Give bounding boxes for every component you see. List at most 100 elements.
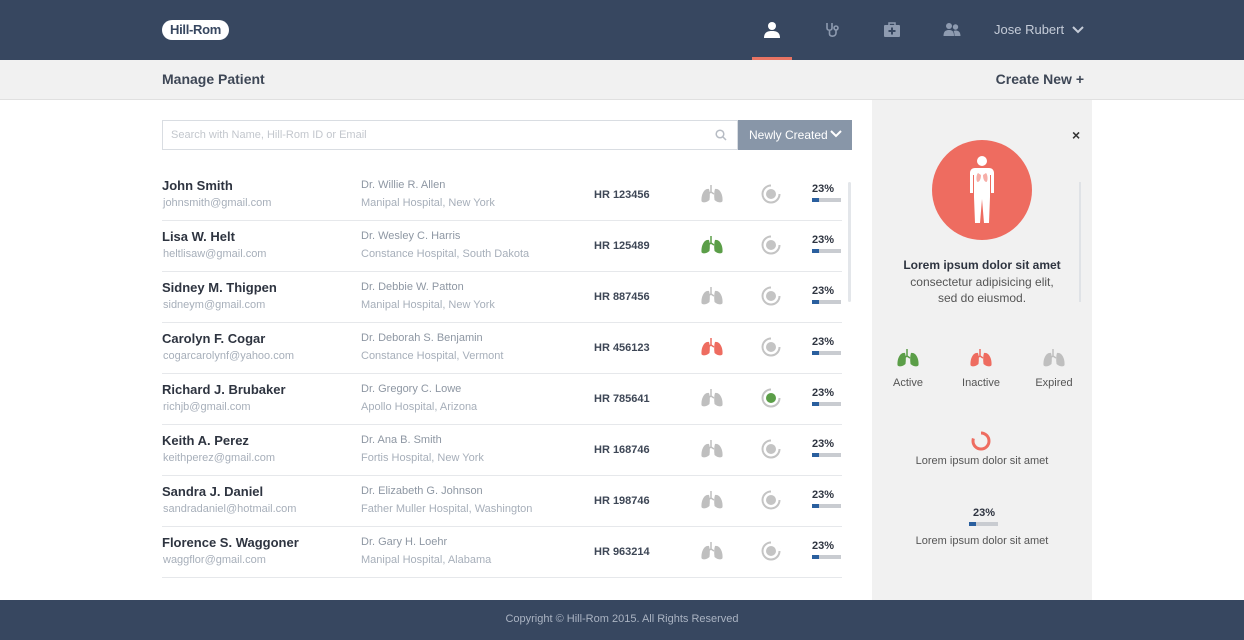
patient-email: heltlisaw@gmail.com [163,248,267,260]
progress-bar [812,402,841,406]
list-scrollbar[interactable] [848,182,851,302]
nav-patients[interactable] [752,0,792,60]
progress-fill [812,198,819,202]
nav-kits[interactable] [872,0,912,60]
progress-fill [812,555,819,559]
users-icon [943,23,961,36]
search-input[interactable] [163,121,703,149]
patient-list-panel: Newly Created John Smith johnsmith@gmail.… [0,100,872,600]
nav-clinical[interactable] [812,0,852,60]
progress-indicator: 23% [812,489,842,508]
hill-rom-id: HR 456123 [594,342,650,354]
sort-dropdown[interactable]: Newly Created [738,120,852,150]
patient-email: richjb@gmail.com [163,401,251,413]
side-description: consectetur adipisicing elit, sed do eiu… [872,274,1092,306]
legend-active: Active [878,348,938,389]
hospital-name: Father Muller Hospital, Washington [361,503,533,515]
lungs-icon [701,338,723,356]
patient-name[interactable]: Florence S. Waggoner [162,535,299,550]
search-icon[interactable] [715,129,727,141]
dial-icon[interactable] [761,337,781,357]
body-avatar [932,140,1032,240]
doctor-name: Dr. Ana B. Smith [361,434,442,446]
side-progress: 23% [969,507,999,526]
progress-bar [812,300,841,304]
dial-icon[interactable] [761,388,781,408]
patient-name[interactable]: Richard J. Brubaker [162,382,286,397]
doctor-name: Dr. Wesley C. Harris [361,230,461,242]
pie-caption: Lorem ipsum dolor sit amet [915,455,1049,467]
dial-icon[interactable] [761,541,781,561]
progress-fill [812,453,819,457]
hill-rom-id: HR 125489 [594,240,650,252]
hospital-name: Manipal Hospital, New York [361,299,495,311]
hill-rom-id: HR 168746 [594,444,650,456]
patient-name[interactable]: Sandra J. Daniel [162,484,263,499]
progress-caption: Lorem ipsum dolor sit amet [915,535,1049,547]
footer: Copyright © Hill-Rom 2015. All Rights Re… [0,600,1244,640]
table-row[interactable]: Sidney M. Thigpen sidneym@gmail.com Dr. De… [162,272,842,323]
progress-text: 23% [812,285,835,297]
table-row[interactable]: Richard J. Brubaker richjb@gmail.com Dr. G… [162,374,842,425]
dial-icon[interactable] [761,235,781,255]
chevron-down-icon [830,130,842,138]
user-menu[interactable]: Jose Rubert [994,20,1084,40]
dial-icon[interactable] [761,184,781,204]
lungs-icon [701,542,723,560]
hill-rom-logo[interactable]: Hill-Rom [162,20,230,40]
patient-name[interactable]: Carolyn F. Cogar [162,331,265,346]
progress-text: 23% [812,489,835,501]
patient-name[interactable]: Keith A. Perez [162,433,249,448]
lungs-icon [701,491,723,509]
patient-name[interactable]: John Smith [162,178,233,193]
lungs-icon [701,389,723,407]
lungs-icon [701,440,723,458]
lungs-icon [1043,349,1065,367]
progress-fill [969,522,976,526]
progress-bar [812,249,841,253]
table-row[interactable]: Carolyn F. Cogar cogarcarolynf@yahoo.com D… [162,323,842,374]
page-header: Manage Patient Create New + [0,60,1244,100]
table-row[interactable]: Lisa W. Helt heltlisaw@gmail.com Dr. Wesle… [162,221,842,272]
table-row[interactable]: Sandra J. Daniel sandradaniel@hotmail.com… [162,476,842,527]
hill-rom-id: HR 785641 [594,393,650,405]
side-progress-text: 23% [972,507,996,519]
progress-fill [812,351,819,355]
stethoscope-icon [826,23,839,37]
nav-users[interactable] [932,0,972,60]
dial-icon[interactable] [761,490,781,510]
progress-indicator: 23% [812,183,842,202]
progress-fill [812,300,819,304]
patient-email: sidneym@gmail.com [163,299,266,311]
side-description-line-2: sed do eiusmod. [937,291,1027,305]
patient-icon [764,22,780,38]
dial-icon[interactable] [761,439,781,459]
hospital-name: Fortis Hospital, New York [361,452,484,464]
hill-rom-id: HR 963214 [594,546,650,558]
doctor-name: Dr. Debbie W. Patton [361,281,464,293]
patient-name[interactable]: Lisa W. Helt [162,229,235,244]
doctor-name: Dr. Willie R. Allen [361,179,446,191]
pie-progress-icon [971,431,991,451]
legend-label: Expired [1035,377,1073,389]
patient-name[interactable]: Sidney M. Thigpen [162,280,277,295]
copyright-text: Copyright © Hill-Rom 2015. All Rights Re… [505,613,739,625]
patient-email: sandradaniel@hotmail.com [163,503,297,515]
progress-bar [969,522,998,526]
progress-text: 23% [812,336,835,348]
doctor-name: Dr. Elizabeth G. Johnson [361,485,483,497]
table-row[interactable]: Keith A. Perez keithperez@gmail.com Dr. An… [162,425,842,476]
dial-icon[interactable] [761,286,781,306]
sort-selected-value: Newly Created [749,128,828,142]
progress-indicator: 23% [812,387,842,406]
table-row[interactable]: John Smith johnsmith@gmail.com Dr. Willie … [162,170,842,221]
progress-text: 23% [812,183,835,195]
medical-kit-icon [884,22,900,37]
create-new-button[interactable]: Create New + [996,71,1084,87]
side-description-line-1: consectetur adipisicing elit, [910,275,1054,289]
table-row[interactable]: Florence S. Waggoner waggflor@gmail.com Dr… [162,527,842,578]
progress-fill [812,504,819,508]
close-icon[interactable]: × [1072,127,1080,143]
search-box [162,120,738,150]
page-title: Manage Patient [162,71,265,87]
